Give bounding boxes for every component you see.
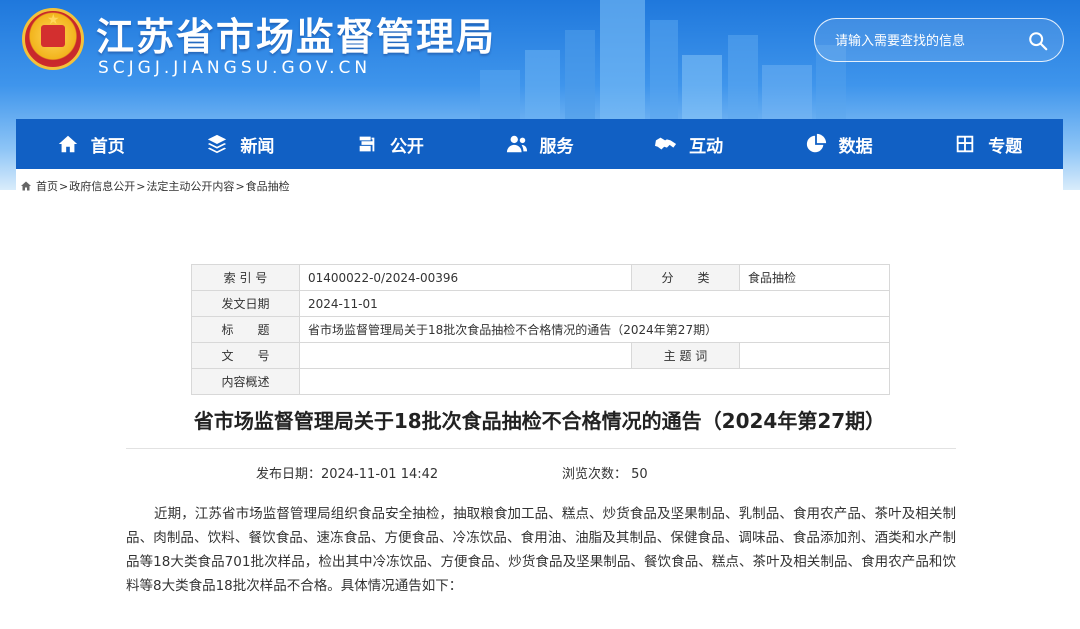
nav-item-topics[interactable]: 专题 — [913, 119, 1063, 169]
view-count-label: 浏览次数： — [562, 467, 628, 482]
meta-value-title: 省市场监督管理局关于18批次食品抽检不合格情况的通告（2024年第27期） — [299, 316, 890, 343]
meta-label: 分 类 — [631, 264, 740, 291]
nav-label: 首页 — [90, 136, 125, 157]
handshake-icon — [655, 137, 677, 150]
article-body: 近期，江苏省市场监督管理局组织食品安全抽检，抽取粮食加工品、糕点、炒货食品及坚果… — [126, 506, 956, 594]
document-meta-table: 索 引 号 01400022-0/2024-00396 分 类 食品抽检 发文日… — [191, 264, 890, 395]
meta-label: 主 题 词 — [631, 342, 740, 369]
meta-label: 索 引 号 — [191, 264, 300, 291]
breadcrumb: 首页 > 政府信息公开 > 法定主动公开内容 > 食品抽检 — [20, 178, 290, 194]
nav-item-service[interactable]: 服务 — [465, 119, 615, 169]
breadcrumb-link-statutory[interactable]: 法定主动公开内容 — [146, 178, 234, 194]
view-count-value: 50 — [631, 467, 648, 482]
home-icon — [21, 181, 31, 191]
meta-value-subject — [739, 342, 890, 369]
nav-label: 数据 — [838, 136, 873, 157]
article-title: 省市场监督管理局关于18批次食品抽检不合格情况的通告（2024年第27期） — [193, 409, 886, 433]
nav-label: 公开 — [389, 136, 424, 157]
table-row: 发文日期 2024-11-01 — [191, 290, 890, 317]
nav-item-interaction[interactable]: 互动 — [614, 119, 764, 169]
nav-item-data[interactable]: 数据 — [764, 119, 914, 169]
nav-label: 互动 — [689, 136, 724, 157]
search-box — [814, 18, 1064, 62]
breadcrumb-separator: > — [235, 179, 245, 193]
view-count: 浏览次数： 50 — [562, 463, 648, 482]
nav-item-public[interactable]: 公开 — [315, 119, 465, 169]
nav-item-home[interactable]: 首页 — [16, 119, 166, 169]
grid-icon — [957, 135, 974, 153]
breadcrumb-link-home[interactable]: 首页 — [36, 178, 58, 194]
main-nav: 首页 新闻 公开 服务 互动 数据 专题 — [16, 119, 1063, 169]
search-input[interactable] — [835, 30, 1025, 52]
meta-value-date: 2024-11-01 — [299, 290, 890, 317]
meta-value-category: 食品抽检 — [739, 264, 890, 291]
meta-value-summary — [299, 368, 890, 395]
nav-label: 服务 — [539, 136, 574, 157]
meta-label: 发文日期 — [191, 290, 300, 317]
layers-icon — [208, 134, 227, 154]
publish-date: 发布日期：2024-11-01 14:42 — [256, 463, 438, 482]
table-row: 索 引 号 01400022-0/2024-00396 分 类 食品抽检 — [191, 264, 890, 291]
breadcrumb-separator: > — [59, 179, 69, 193]
pie-chart-icon — [806, 133, 826, 153]
nav-label: 专题 — [988, 136, 1023, 157]
table-row: 标 题 省市场监督管理局关于18批次食品抽检不合格情况的通告（2024年第27期… — [191, 316, 890, 343]
table-row: 文 号 主 题 词 — [191, 342, 890, 369]
meta-label: 文 号 — [191, 342, 300, 369]
meta-label: 内容概述 — [191, 368, 300, 395]
divider — [126, 448, 956, 449]
nav-item-news[interactable]: 新闻 — [166, 119, 316, 169]
meta-value-docno — [299, 342, 632, 369]
site-domain: SCJGJ.JIANGSU.GOV.CN — [98, 58, 372, 78]
documents-icon — [359, 136, 375, 152]
people-icon — [506, 135, 527, 153]
breadcrumb-link-gov-info[interactable]: 政府信息公开 — [69, 178, 135, 194]
site-title[interactable]: 江苏省市场监督管理局 — [96, 6, 496, 61]
table-row: 内容概述 — [191, 368, 890, 395]
home-icon — [58, 135, 77, 153]
breadcrumb-separator: > — [136, 179, 146, 193]
meta-value-index: 01400022-0/2024-00396 — [299, 264, 632, 291]
publish-date-value: 2024-11-01 14:42 — [321, 467, 439, 482]
content-panel: 首页 > 政府信息公开 > 法定主动公开内容 > 食品抽检 索 引 号 0140… — [16, 169, 1063, 629]
national-emblem-icon: ★ — [22, 8, 84, 70]
publish-date-label: 发布日期： — [256, 467, 322, 482]
search-icon[interactable] — [1027, 30, 1049, 52]
breadcrumb-link-food-inspection[interactable]: 食品抽检 — [246, 178, 290, 194]
nav-label: 新闻 — [240, 136, 275, 157]
meta-label: 标 题 — [191, 316, 300, 343]
